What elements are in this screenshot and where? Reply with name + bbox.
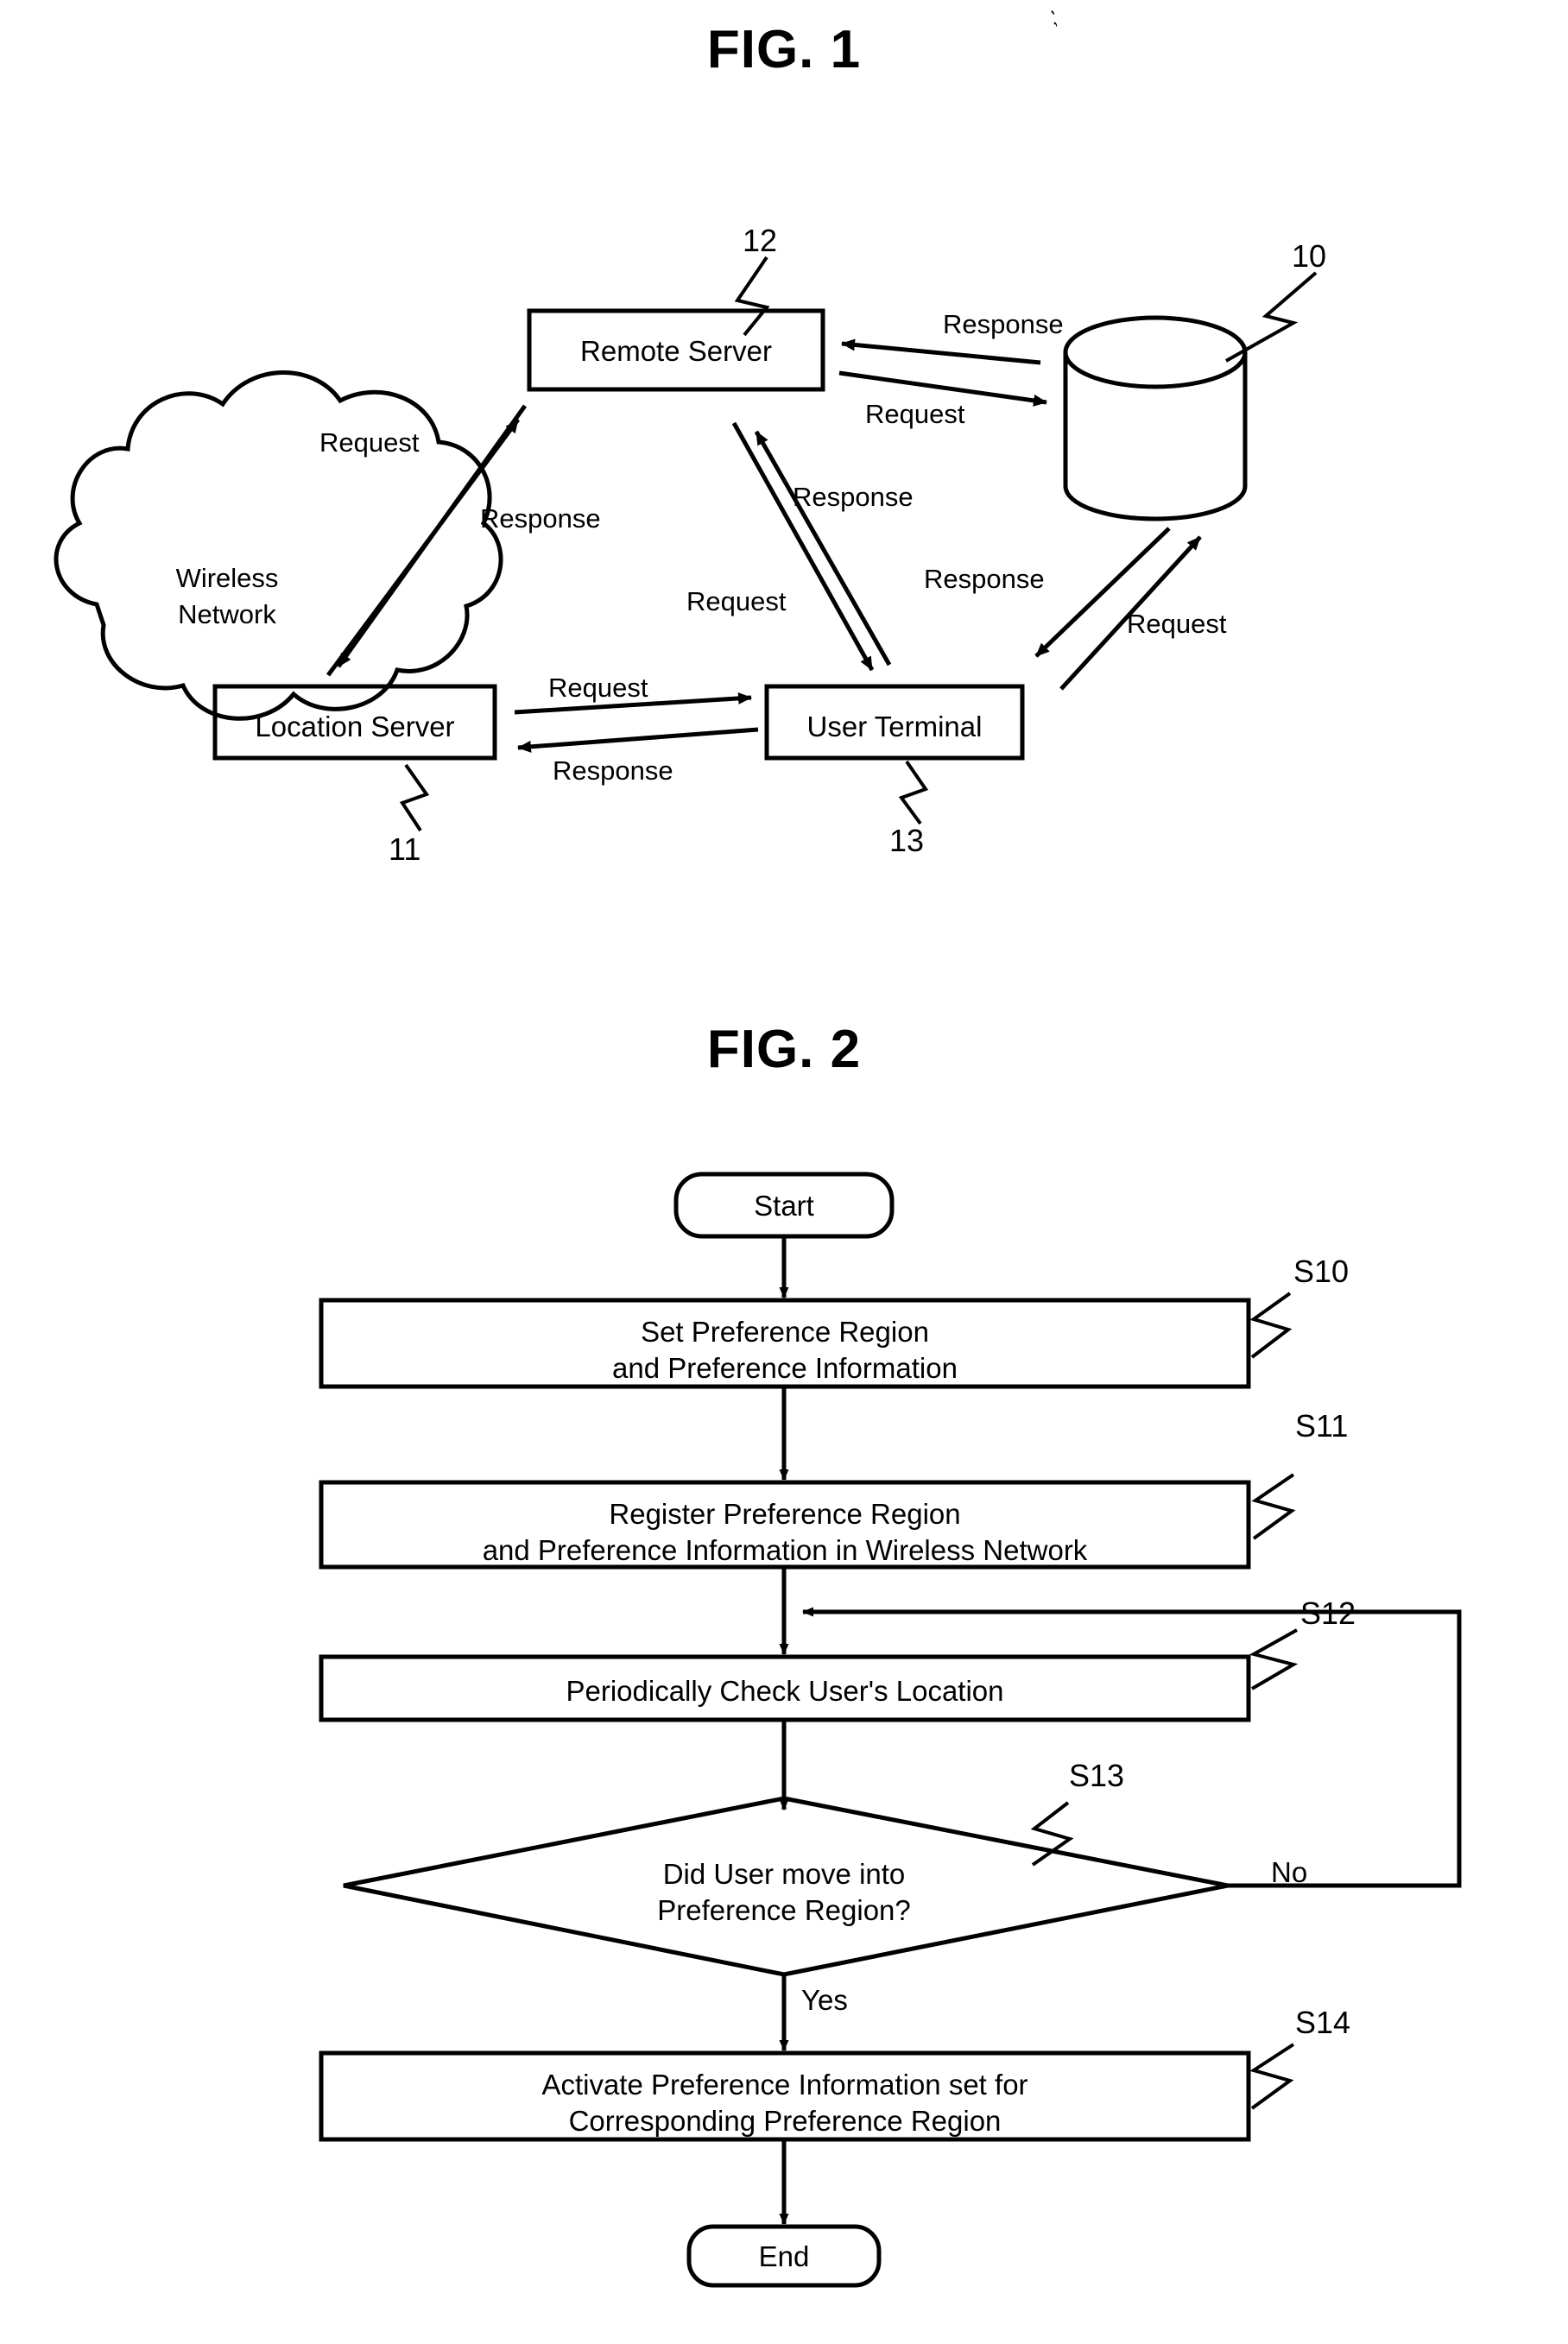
edge-label-response-db-to-remote: Response [943,309,1064,339]
figure-1-title: FIG. 1 [706,20,862,79]
reference-lead-s12 [1249,1628,1299,1690]
edge-label-request-remote-to-terminal: Request [686,586,787,616]
flow-start-label: Start [754,1190,814,1222]
edge-label-response-remote-to-cloud: Response [480,503,601,534]
reference-number-s12: S12 [1300,1595,1356,1631]
reference-lead-12 [734,256,770,337]
edge-label-request-locsrv-to-terminal: Request [548,673,648,703]
edge-label-request-terminal-to-db: Request [1127,609,1227,639]
edge-label-response-db-to-terminal: Response [924,564,1045,594]
figure-2-title: FIG. 2 [706,1020,862,1079]
wireless-network-cloud [54,370,503,721]
reference-lead-13 [898,760,929,825]
edge-label-request-cloud-to-remote: Request [319,427,420,458]
arrow-request-remote-to-db [838,370,1047,407]
flow-decision-yes-label: Yes [801,1984,848,2016]
arrow-response-terminal-to-remote [754,430,892,667]
reference-number-s14: S14 [1295,2005,1351,2040]
reference-lead-10 [1225,271,1318,363]
flow-box-s12-line1: Periodically Check User's Location [566,1675,1004,1707]
flow-decision-line2: Preference Region? [657,1894,911,1926]
edge-label-response-terminal-to-remote: Response [793,482,914,512]
flow-box-s10-line1: Set Preference Region [641,1316,929,1348]
reference-number-s10: S10 [1293,1254,1350,1289]
flow-box-s11-line1: Register Preference Region [609,1498,961,1530]
reference-lead-s14 [1249,2043,1295,2110]
flow-decision-line1: Did User move into [662,1858,906,1890]
reference-lead-11 [399,763,430,832]
database-cylinder [1063,315,1248,521]
reference-number-11: 11 [389,831,421,867]
flow-box-s11-line2: and Preference Information in Wireless N… [482,1534,1088,1566]
reference-lead-s11 [1251,1473,1296,1540]
flow-box-s14-line2: Corresponding Preference Region [568,2105,1002,2137]
location-server-label: Location Server [255,711,455,742]
flow-box-s14-line1: Activate Preference Information set for [541,2069,1028,2101]
reference-number-12: 12 [743,223,778,258]
flow-decision-no-label: No [1271,1856,1308,1888]
remote-server-label: Remote Server [580,335,772,367]
reference-number-s11: S11 [1295,1408,1349,1444]
wireless-network-label-line2: Network [178,599,276,629]
reference-number-s13: S13 [1069,1758,1125,1793]
flow-arrow-no-loopback [802,1607,1462,1888]
edge-label-request-remote-to-db: Request [865,399,965,429]
edge-label-response-terminal-to-locsrv: Response [553,755,673,786]
patent-figure-page: FIG. 1 FIG. 2 ,' 12 Remote Server 10 Wir… [0,0,1568,2344]
reference-number-10: 10 [1292,238,1327,274]
flow-box-s10-line2: and Preference Information [612,1352,958,1384]
reference-number-13: 13 [889,823,925,858]
wireless-network-label-line1: Wireless [175,563,279,593]
arrow-request-remote-to-terminal [731,421,875,672]
arrow-response-db-to-remote [841,338,1041,365]
flow-end-label: End [758,2240,810,2272]
reference-lead-s10 [1249,1292,1293,1359]
arrow-response-terminal-to-locsrv [517,727,759,753]
user-terminal-label: User Terminal [806,711,983,742]
